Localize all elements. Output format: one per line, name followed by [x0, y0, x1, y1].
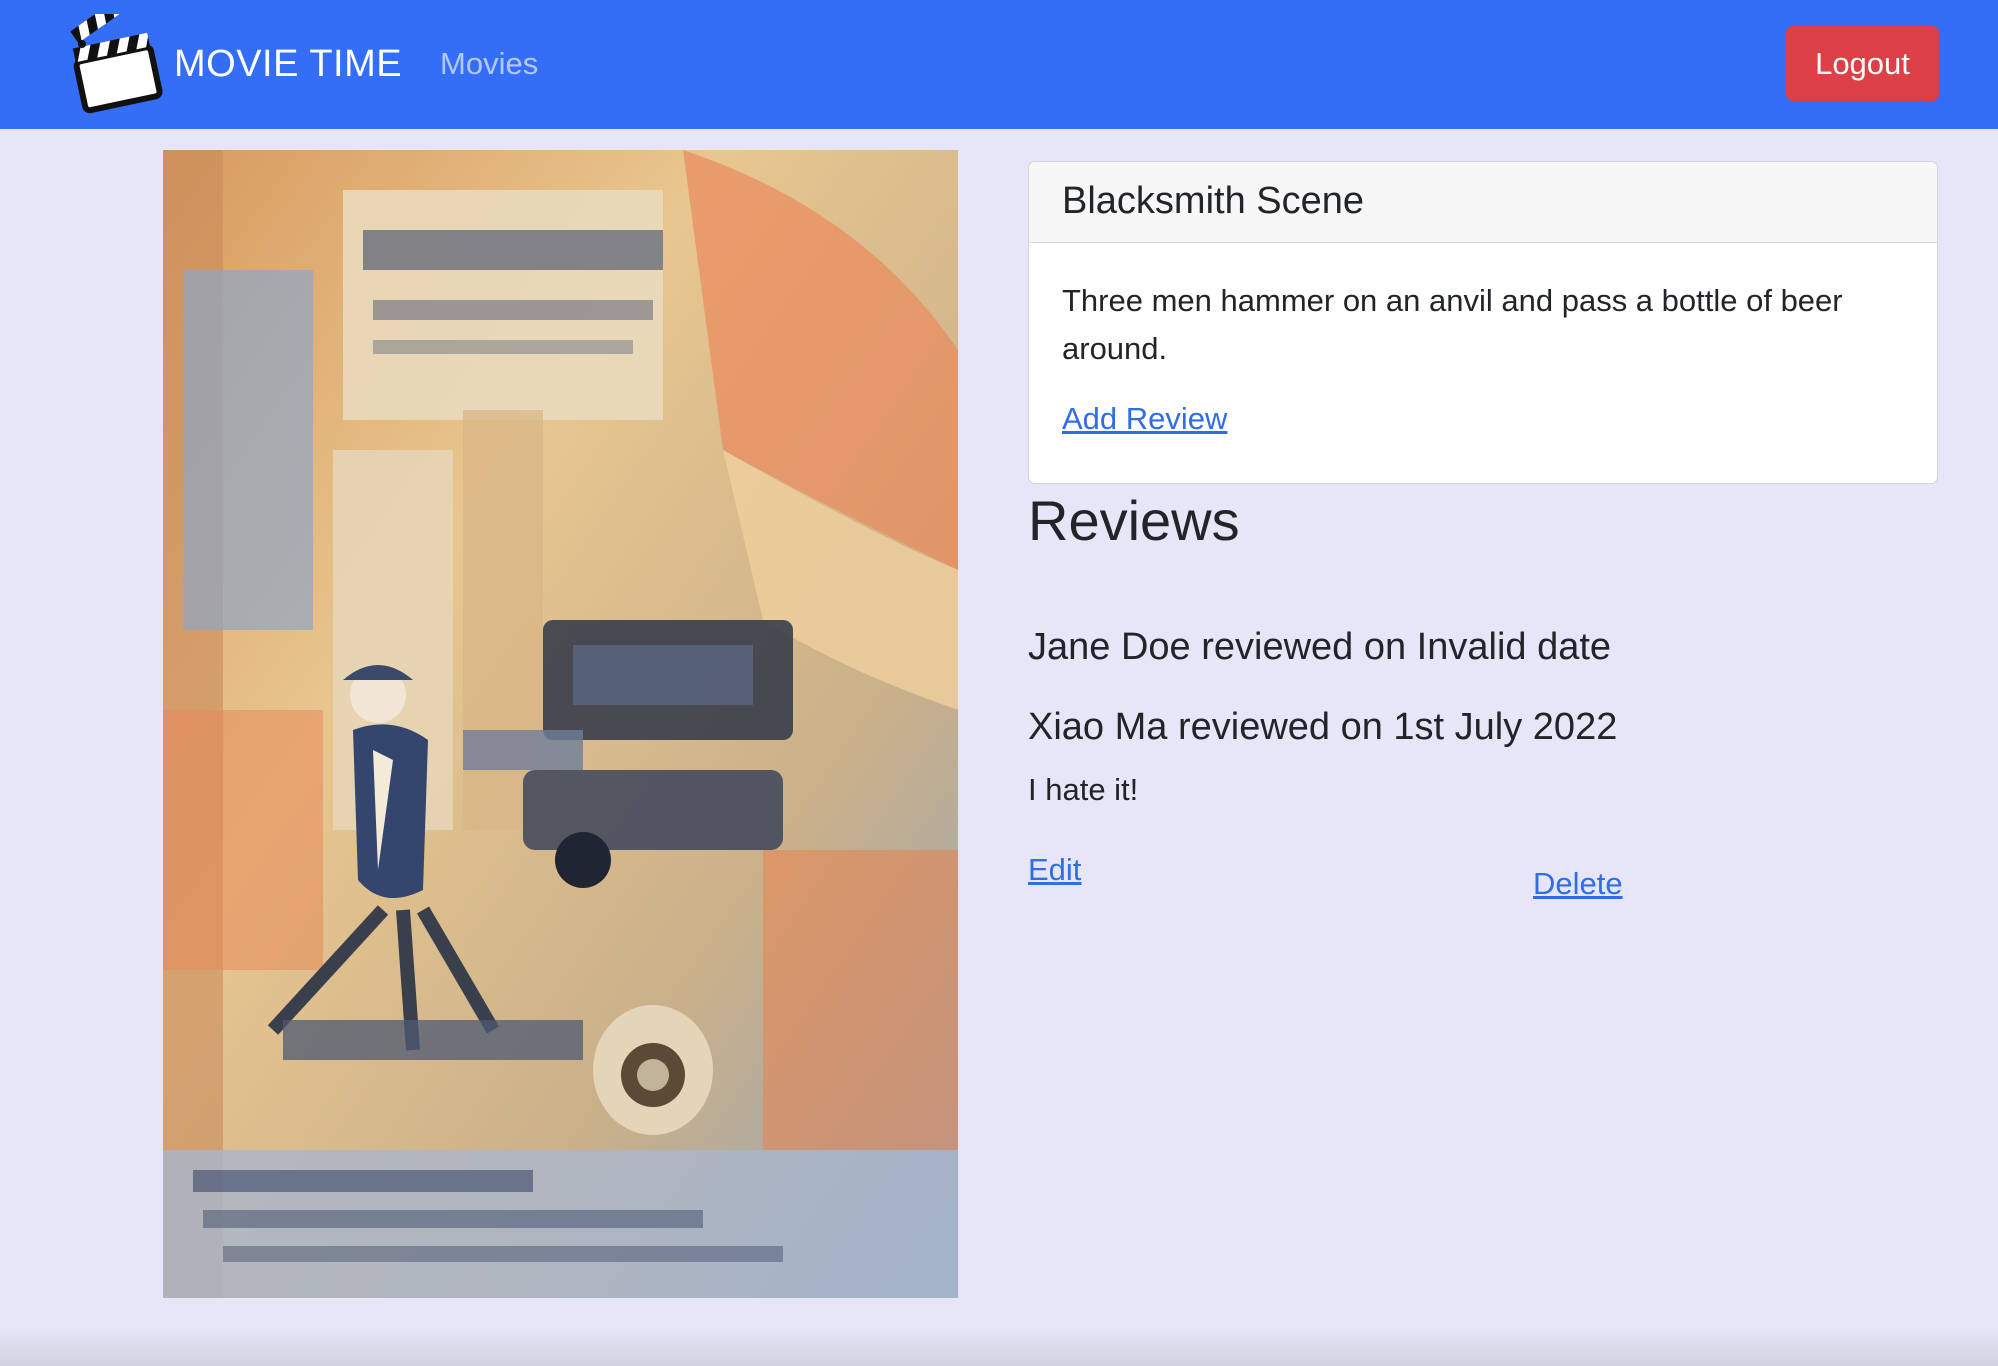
movie-plot: Three men hammer on an anvil and pass a … [1062, 283, 1843, 366]
delete-review-link[interactable]: Delete [1533, 866, 1623, 902]
movie-poster [163, 150, 958, 1298]
page-bottom-shadow [0, 1326, 1998, 1366]
review-heading: Jane Doe reviewed on Invalid date [1028, 626, 1612, 668]
review-heading: Xiao Ma reviewed on 1st July 2022 [1028, 706, 1618, 748]
reviews-title: Reviews [1028, 489, 1240, 552]
movie-card: Blacksmith Scene Three men hammer on an … [1028, 161, 1938, 484]
navbar: MOVIE TIME Movies Logout [0, 0, 1998, 129]
movie-card-body: Three men hammer on an anvil and pass a … [1029, 243, 1937, 437]
logout-button[interactable]: Logout [1786, 26, 1939, 101]
nav-movies-link[interactable]: Movies [440, 46, 538, 82]
add-review-link[interactable]: Add Review [1062, 401, 1227, 437]
brand-link[interactable]: MOVIE TIME [66, 14, 402, 114]
clapperboard-icon [70, 14, 163, 114]
movie-title: Blacksmith Scene [1029, 162, 1937, 243]
brand-title: MOVIE TIME [174, 42, 403, 85]
edit-review-link[interactable]: Edit [1028, 852, 1081, 888]
poster-artwork [163, 150, 958, 1298]
review-text: I hate it! [1028, 772, 1139, 807]
